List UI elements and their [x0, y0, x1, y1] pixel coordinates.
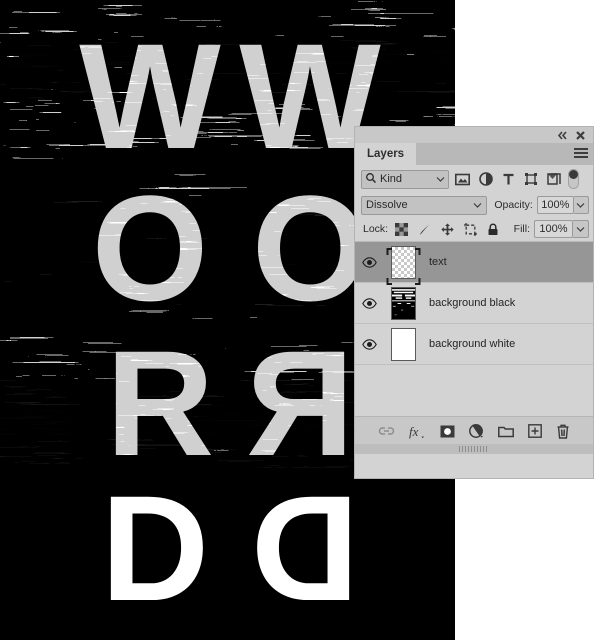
hamburger-menu-icon[interactable] — [574, 148, 588, 160]
opacity-stepper-icon[interactable] — [573, 196, 589, 214]
lock-row: Lock: Fill: 100% — [355, 217, 593, 242]
tab-layers-label: Layers — [367, 148, 405, 160]
filter-type-buttons — [455, 172, 561, 186]
layer-name[interactable]: background white — [423, 338, 515, 350]
fx-icon[interactable]: fx — [409, 424, 426, 439]
opacity-input[interactable]: 100% — [536, 196, 574, 214]
eye-icon — [361, 256, 377, 268]
blend-mode-value: Dissolve — [366, 199, 408, 211]
blend-mode-row: Dissolve Opacity: 100% — [355, 193, 593, 217]
fill-stepper-icon[interactable] — [573, 220, 589, 238]
eye-icon — [361, 338, 377, 350]
padlock-icon[interactable] — [487, 223, 499, 236]
layer-filter-row: Kind — [355, 165, 593, 193]
checkerboard-icon[interactable] — [395, 222, 409, 236]
chevron-down-icon — [436, 173, 445, 185]
thumbnail-transparent-checker — [390, 245, 416, 279]
blend-mode-select[interactable]: Dissolve — [361, 195, 488, 215]
grip-lines-icon — [459, 446, 489, 452]
text-T-icon[interactable] — [502, 173, 515, 186]
layer-thumbnail[interactable] — [383, 327, 423, 361]
layers-bottom-toolbar: fx — [355, 416, 593, 444]
tab-layers[interactable]: Layers — [355, 143, 417, 165]
folder-icon[interactable] — [498, 425, 514, 438]
search-icon — [365, 172, 377, 187]
layer-visibility-toggle[interactable] — [355, 256, 383, 268]
image-icon[interactable] — [455, 173, 470, 186]
trash-icon[interactable] — [556, 424, 570, 439]
fill-input[interactable]: 100% — [534, 220, 573, 238]
layer-name[interactable]: text — [423, 256, 447, 268]
svg-text:D: D — [251, 464, 359, 632]
panel-tab-strip: Layers — [355, 143, 593, 165]
svg-text:fx: fx — [409, 424, 419, 439]
shape-bounds-icon[interactable] — [524, 172, 538, 186]
plus-square-icon[interactable] — [528, 424, 542, 438]
table-row[interactable]: text — [355, 242, 593, 285]
thumbnail-noise-black — [390, 286, 416, 320]
filter-kind-select[interactable]: Kind — [361, 169, 449, 189]
collapse-panel-icon[interactable] — [556, 129, 569, 142]
layers-panel: Layers Kind Dissolve Opacity: 100% Lock:… — [355, 127, 593, 478]
layer-thumbnail[interactable] — [383, 245, 423, 285]
filter-kind-label: Kind — [380, 173, 403, 185]
brush-icon[interactable] — [418, 223, 431, 236]
eye-icon — [361, 297, 377, 309]
layer-list: text background black background white — [355, 242, 593, 416]
lock-buttons — [395, 222, 499, 236]
smart-object-icon[interactable] — [547, 172, 561, 186]
table-row[interactable]: background black — [355, 283, 593, 324]
link-icon[interactable] — [378, 425, 395, 437]
layer-thumbnail[interactable] — [383, 286, 423, 320]
lock-label: Lock: — [363, 223, 389, 235]
table-row[interactable]: background white — [355, 324, 593, 365]
mask-icon[interactable] — [440, 425, 455, 438]
layer-name[interactable]: background black — [423, 297, 515, 309]
opacity-label: Opacity: — [494, 199, 533, 211]
thumbnail-solid-white — [390, 327, 416, 361]
panel-titlebar — [355, 127, 593, 143]
fill-label: Fill: — [513, 223, 530, 235]
half-circle-icon[interactable] — [479, 172, 493, 186]
layer-visibility-toggle[interactable] — [355, 338, 383, 350]
artboard-icon[interactable] — [464, 222, 477, 236]
layer-visibility-toggle[interactable] — [355, 297, 383, 309]
svg-text:D: D — [101, 464, 209, 632]
half-circle-icon[interactable] — [469, 423, 484, 439]
panel-resize-grip[interactable] — [355, 444, 593, 454]
tab-strip-filler — [416, 143, 593, 165]
move-arrows-icon[interactable] — [441, 223, 454, 236]
close-icon[interactable] — [574, 129, 587, 142]
filter-enable-toggle[interactable] — [568, 169, 579, 189]
chevron-down-icon — [473, 199, 482, 211]
